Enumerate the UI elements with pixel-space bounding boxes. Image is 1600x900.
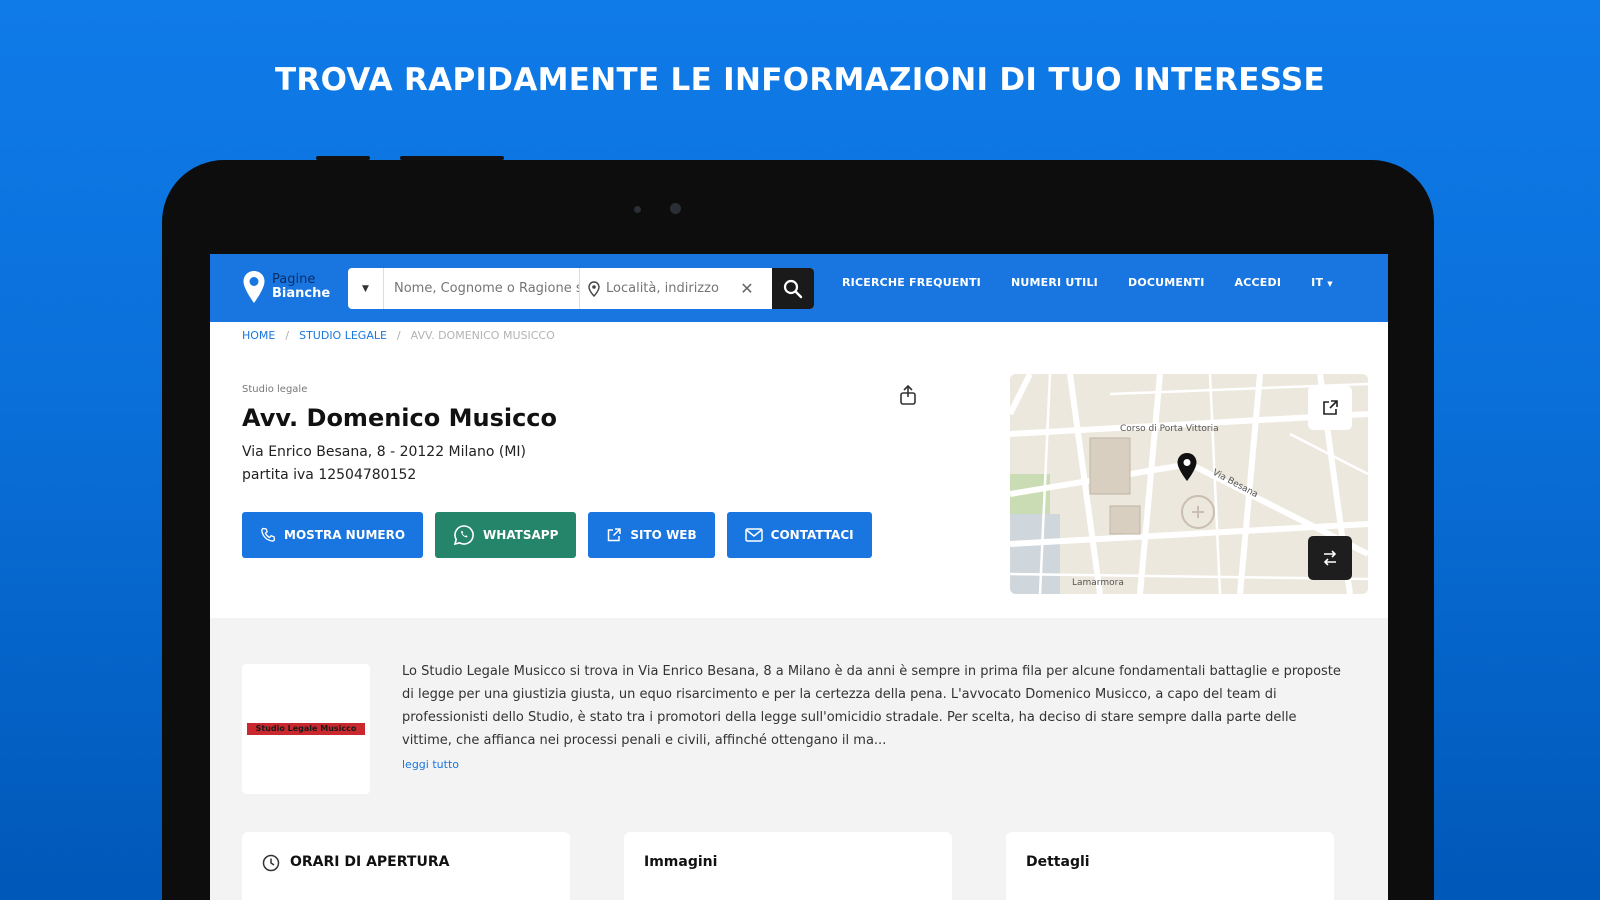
business-logo-banner: Studio Legale Musicco	[247, 723, 365, 735]
breadcrumb-category[interactable]: STUDIO LEGALE	[299, 329, 387, 342]
app-screen: Pagine Bianche ▼ ✕	[210, 254, 1388, 900]
chevron-down-icon: ▼	[1327, 280, 1333, 288]
images-title: Immagini	[644, 854, 718, 870]
business-vat: partita iva 12504780152	[242, 467, 417, 483]
about-section: Studio Legale Musicco Lo Studio Legale M…	[210, 618, 1388, 900]
map-street-label: Lamarmora	[1072, 578, 1124, 588]
nav-frequent-searches[interactable]: RICERCHE FREQUENTI	[842, 276, 981, 289]
business-address: Via Enrico Besana, 8 - 20122 Milano (MI)	[242, 444, 527, 460]
external-link-icon	[608, 528, 622, 542]
details-title: Dettagli	[1026, 854, 1090, 870]
business-category: Studio legale	[242, 384, 308, 395]
phone-icon	[261, 527, 276, 542]
name-search-input[interactable]	[384, 268, 580, 309]
mail-icon	[744, 528, 763, 542]
breadcrumb-separator: /	[285, 329, 290, 342]
breadcrumb-separator: /	[396, 329, 401, 342]
business-name: Avv. Domenico Musicco	[242, 404, 558, 432]
whatsapp-label: WHATSAPP	[483, 528, 559, 542]
show-number-button[interactable]: MOSTRA NUMERO	[242, 512, 424, 558]
breadcrumb-home[interactable]: HOME	[242, 329, 275, 342]
details-card[interactable]: Dettagli	[1006, 832, 1334, 900]
directions-icon	[1323, 550, 1337, 566]
business-logo: Studio Legale Musicco	[242, 664, 370, 794]
read-more-link[interactable]: leggi tutto	[402, 758, 459, 771]
map-street-label: Corso di Porta Vittoria	[1120, 424, 1219, 434]
whatsapp-button[interactable]: WHATSAPP	[435, 512, 577, 558]
opening-hours-title: ORARI DI APERTURA	[290, 854, 450, 870]
search-icon	[783, 279, 803, 298]
nav-useful-numbers[interactable]: NUMERI UTILI	[1011, 276, 1098, 289]
tablet-camera	[670, 203, 681, 214]
language-label: IT	[1311, 276, 1324, 289]
caret-down-icon: ▼	[362, 283, 369, 294]
category-dropdown[interactable]: ▼	[348, 268, 384, 309]
business-description: Lo Studio Legale Musicco si trova in Via…	[402, 664, 1341, 748]
location-map[interactable]: Corso di Porta Vittoria Lamarmora Via Be…	[1010, 374, 1368, 594]
search-button[interactable]	[772, 268, 814, 309]
website-label: SITO WEB	[630, 528, 697, 542]
open-map-button[interactable]	[1308, 386, 1352, 430]
share-button[interactable]	[898, 384, 918, 410]
search-bar: ▼ ✕	[348, 268, 814, 309]
action-buttons: MOSTRA NUMERO WHATSAPP SITO WEB CONTATTA…	[242, 512, 872, 558]
logo-text-top: Pagine	[272, 272, 316, 287]
images-card[interactable]: Immagini	[624, 832, 952, 900]
map-pin-logo-icon	[243, 271, 265, 303]
website-button[interactable]: SITO WEB	[588, 512, 715, 558]
directions-button[interactable]	[1308, 536, 1352, 580]
promo-headline: TROVA RAPIDAMENTE LE INFORMAZIONI DI TUO…	[274, 62, 1326, 98]
contact-label: CONTATTACI	[770, 528, 854, 542]
breadcrumb-current: AVV. DOMENICO MUSICCO	[410, 329, 555, 342]
logo-text-bottom: Bianche	[272, 286, 331, 301]
clock-icon	[262, 854, 280, 872]
clear-icon[interactable]: ✕	[736, 279, 758, 298]
breadcrumb: HOME / STUDIO LEGALE / AVV. DOMENICO MUS…	[242, 329, 555, 342]
whatsapp-icon	[453, 525, 474, 546]
opening-hours-card[interactable]: ORARI DI APERTURA	[242, 832, 570, 900]
expand-icon	[1323, 400, 1338, 415]
nav-documents[interactable]: DOCUMENTI	[1128, 276, 1205, 289]
contact-button[interactable]: CONTATTACI	[726, 512, 872, 558]
nav-links: RICERCHE FREQUENTI NUMERI UTILI DOCUMENT…	[842, 276, 1333, 289]
top-navbar: Pagine Bianche ▼ ✕	[210, 254, 1388, 322]
show-number-label: MOSTRA NUMERO	[284, 528, 406, 542]
location-search: ✕	[580, 268, 772, 309]
app-logo[interactable]: Pagine Bianche	[242, 270, 330, 304]
location-search-input[interactable]	[606, 281, 736, 296]
tablet-sensor	[634, 206, 641, 213]
share-icon	[900, 384, 916, 405]
nav-login[interactable]: ACCEDI	[1235, 276, 1282, 289]
language-selector[interactable]: IT ▼	[1311, 276, 1333, 289]
location-pin-icon	[588, 280, 600, 297]
map-marker-icon	[1177, 453, 1197, 481]
